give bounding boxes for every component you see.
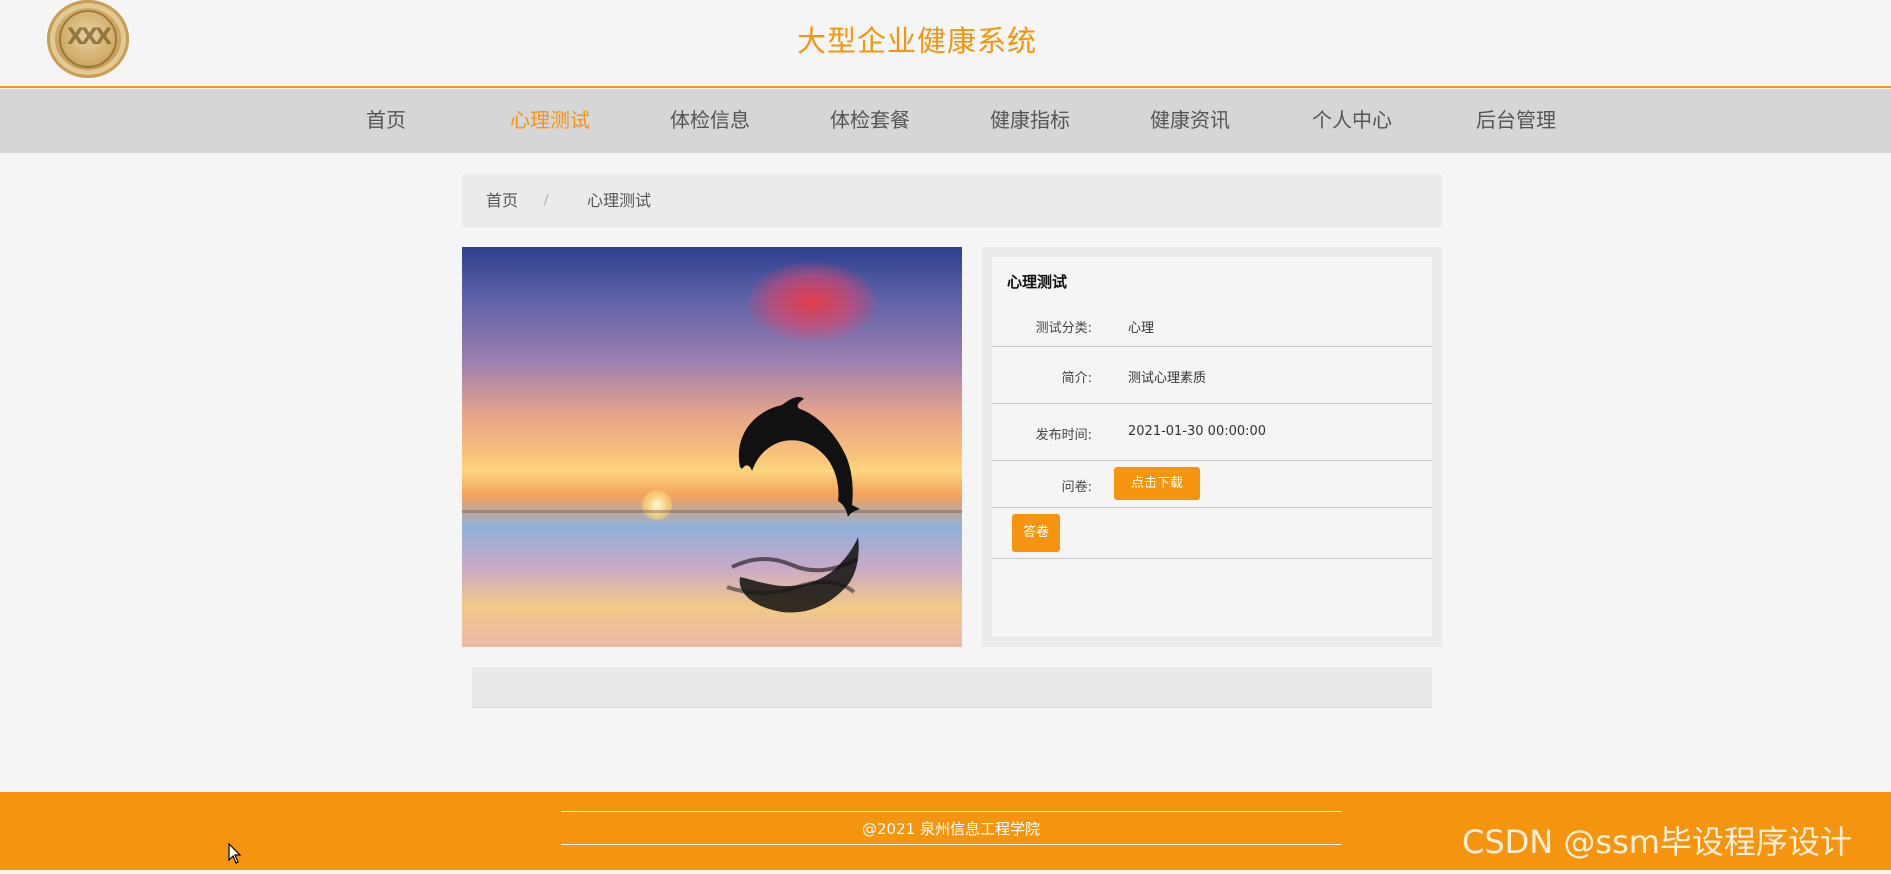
test-detail-card: 心理测试 测试分类: 心理 简介: 测试心理素质 发布时间: 2021-01-3… [992, 257, 1432, 637]
content-bottom-bar [472, 667, 1432, 708]
field-value: 测试心理素质 [1128, 371, 1207, 386]
site-title: 大型企业健康系统 [796, 24, 1037, 58]
footer-divider-top [561, 811, 1341, 812]
site-header: XXX 大型企业健康系统 [0, 0, 1891, 88]
nav-item-health-news[interactable]: 健康资讯 [1140, 89, 1240, 153]
breadcrumb-current: 心理测试 [587, 191, 652, 210]
nav-item-home[interactable]: 首页 [350, 89, 422, 153]
field-label: 简介: [1061, 371, 1092, 386]
nav-item-personal-center[interactable]: 个人中心 [1302, 89, 1402, 153]
field-value: 2021-01-30 00:00:00 [1128, 424, 1267, 439]
field-label: 发布时间: [1035, 428, 1092, 443]
detail-row-category: 测试分类: 心理 [992, 305, 1432, 347]
field-value: 心理 [1128, 321, 1155, 336]
detail-row-intro: 简介: 测试心理素质 [992, 347, 1432, 404]
main-nav: 首页 心理测试 体检信息 体检套餐 健康指标 健康资讯 个人中心 后台管理 [0, 89, 1891, 153]
test-cover-image [462, 247, 962, 647]
breadcrumb-home[interactable]: 首页 [486, 174, 518, 227]
footer-divider-bottom [561, 844, 1341, 845]
detail-row-questionnaire: 问卷: 点击下载 [992, 461, 1432, 508]
test-detail-panel: 心理测试 测试分类: 心理 简介: 测试心理素质 发布时间: 2021-01-3… [982, 247, 1442, 647]
field-label: 问卷: [1061, 480, 1092, 495]
nav-item-psych-test[interactable]: 心理测试 [500, 89, 600, 153]
detail-row-publish-time: 发布时间: 2021-01-30 00:00:00 [992, 404, 1432, 461]
mouse-cursor-icon [228, 843, 242, 864]
answer-button[interactable]: 答卷 [1012, 514, 1060, 552]
nav-item-exam-package[interactable]: 体检套餐 [820, 89, 920, 153]
nav-item-exam-info[interactable]: 体检信息 [660, 89, 760, 153]
csdn-watermark: CSDN @ssm毕设程序设计 [1462, 823, 1852, 861]
dolphin-silhouette-icon [726, 397, 860, 613]
detail-title: 心理测试 [1007, 273, 1068, 291]
nav-item-admin[interactable]: 后台管理 [1466, 89, 1566, 153]
breadcrumb: 首页 / 心理测试 [462, 174, 1442, 227]
field-label: 测试分类: [1035, 321, 1092, 336]
detail-row-answer: 答卷 [992, 508, 1432, 559]
nav-item-health-index[interactable]: 健康指标 [980, 89, 1080, 153]
breadcrumb-separator: / [544, 193, 549, 208]
download-button[interactable]: 点击下载 [1114, 467, 1200, 500]
